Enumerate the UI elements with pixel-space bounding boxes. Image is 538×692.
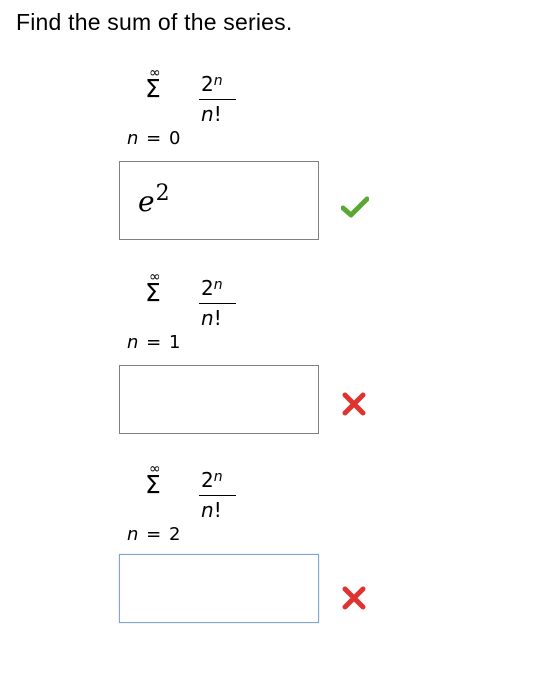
question-title: Find the sum of the series.: [16, 9, 293, 35]
fraction: 2n n!: [199, 276, 236, 331]
fraction-numerator: 2n: [201, 72, 223, 96]
sigma-symbol: Σ: [145, 470, 161, 499]
answer-input-1[interactable]: e2: [119, 161, 319, 240]
sum-lower-limit: n = 2: [127, 524, 182, 545]
fraction: 2n n!: [199, 72, 236, 127]
check-icon: [341, 196, 369, 218]
answer-input-3[interactable]: [119, 554, 319, 623]
fraction-denominator: n!: [201, 498, 222, 523]
sum-lower-limit: n = 1: [127, 332, 182, 353]
cross-icon: [342, 392, 366, 416]
series-expression-3: ∞ Σ n = 2 2n n!: [120, 462, 250, 552]
fraction-bar: [199, 303, 236, 305]
sigma-symbol: Σ: [145, 74, 161, 103]
series-expression-2: ∞ Σ n = 1 2n n!: [120, 270, 250, 360]
sigma-symbol: Σ: [145, 278, 161, 307]
fraction-bar: [199, 495, 236, 497]
fraction: 2n n!: [199, 468, 236, 523]
series-expression-1: ∞ Σ n = 0 2n n!: [120, 66, 250, 156]
cross-icon: [342, 586, 366, 610]
fraction-numerator: 2n: [201, 276, 223, 300]
fraction-bar: [199, 99, 236, 101]
sum-lower-limit: n = 0: [127, 128, 182, 149]
fraction-denominator: n!: [201, 306, 222, 331]
fraction-numerator: 2n: [201, 468, 223, 492]
answer-value: [138, 581, 139, 609]
fraction-denominator: n!: [201, 102, 222, 127]
answer-value: e2: [138, 181, 170, 218]
answer-value: [138, 392, 139, 420]
answer-input-2[interactable]: [119, 365, 319, 434]
